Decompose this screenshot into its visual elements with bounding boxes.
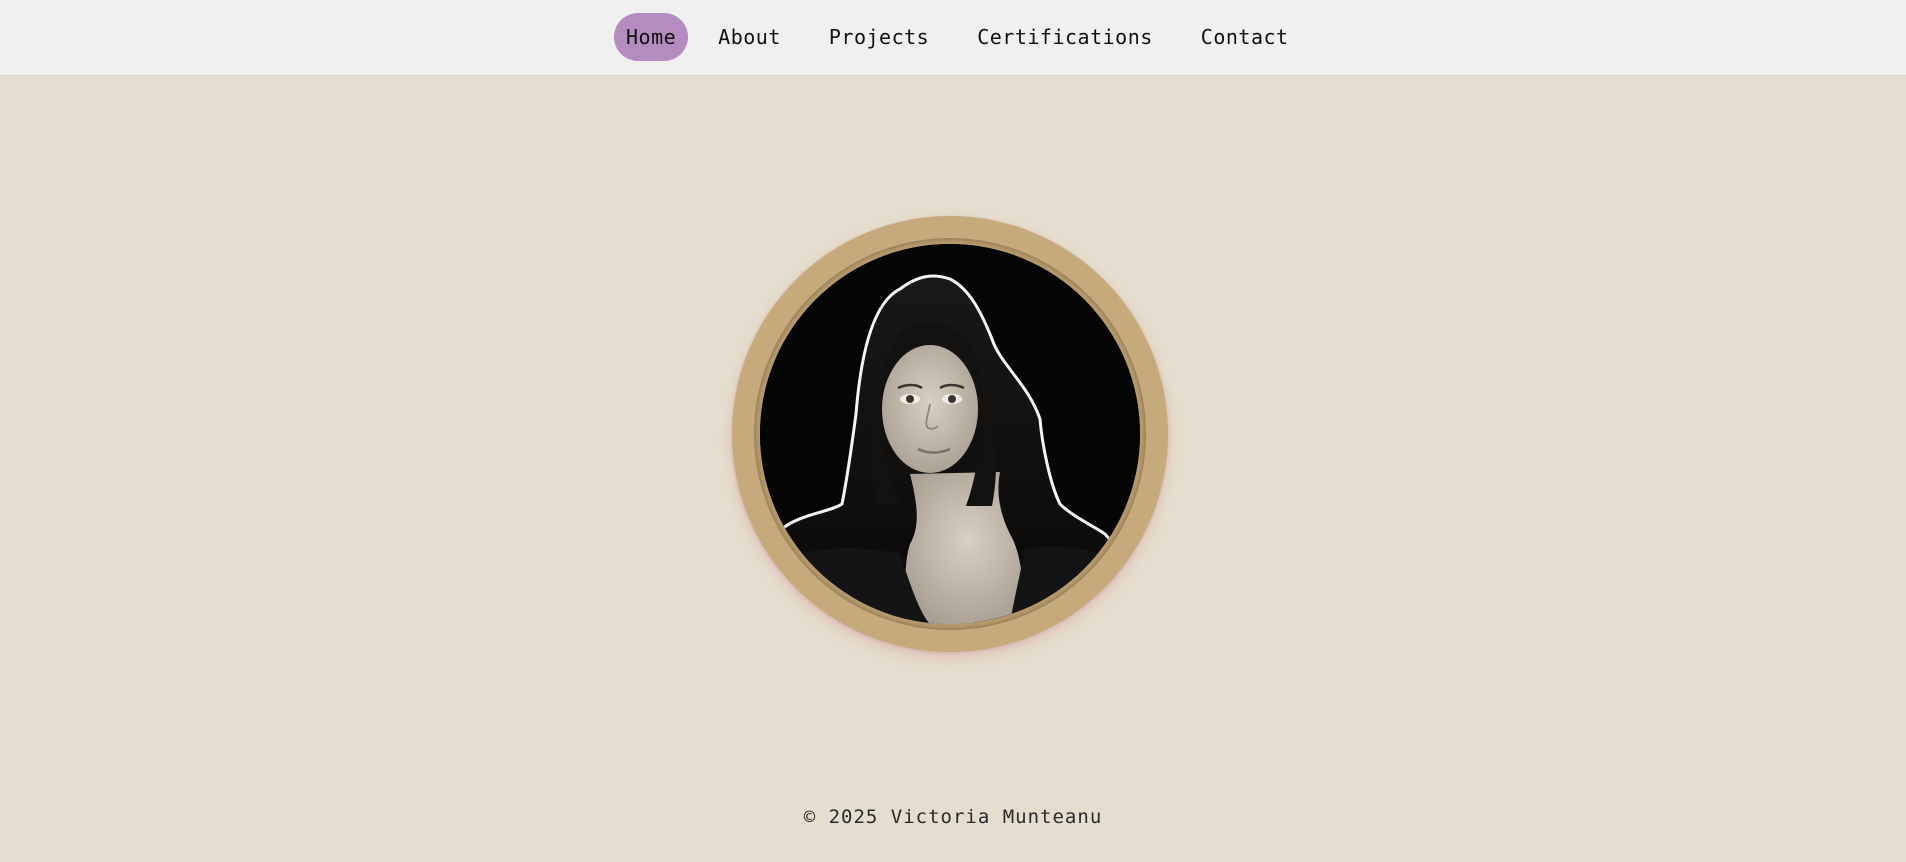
nav-link-about[interactable]: About [700,13,799,61]
nav-link-contact[interactable]: Contact [1183,13,1307,61]
nav-list: Home About Projects Certifications Conta… [614,13,1307,61]
top-navigation-bar: Home About Projects Certifications Conta… [0,0,1906,76]
nav-link-certifications[interactable]: Certifications [959,13,1171,61]
nav-item-projects: Projects [811,13,947,61]
nav-item-home: Home [614,13,689,61]
face [882,345,978,473]
profile-photo-inner-ring [754,238,1146,630]
portrait-illustration [760,244,1140,624]
nav-item-about: About [700,13,799,61]
nav-link-home[interactable]: Home [614,13,689,61]
nav-item-certifications: Certifications [959,13,1171,61]
nav-item-contact: Contact [1183,13,1307,61]
profile-photo-frame [732,216,1168,652]
copyright-text: © 2025 Victoria Munteanu [803,806,1103,828]
profile-photo [760,244,1140,624]
nav-link-projects[interactable]: Projects [811,13,947,61]
page-footer: © 2025 Victoria Munteanu [0,806,1906,828]
